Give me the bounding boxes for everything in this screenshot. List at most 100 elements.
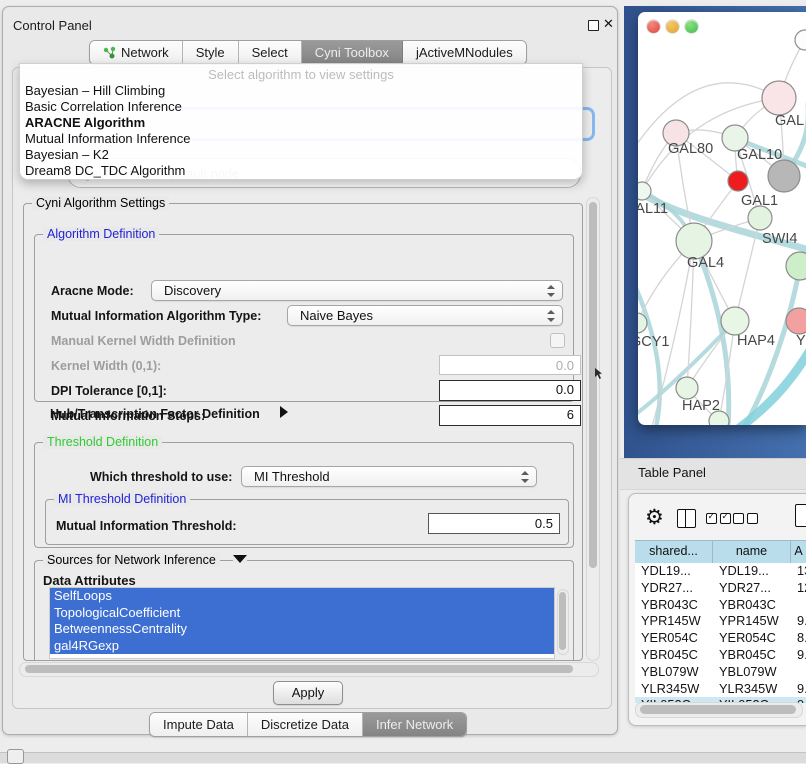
network-node[interactable]: [786, 308, 806, 334]
table-row[interactable]: YLR345WYLR345W9.: [635, 681, 806, 698]
attribute-item[interactable]: TopologicalCoefficient: [50, 605, 554, 622]
cyni-settings-title: Cyni Algorithm Settings: [32, 196, 169, 210]
attribute-item[interactable]: BetweennessCentrality: [50, 621, 554, 638]
node-label: SWI4: [762, 231, 797, 247]
table-row[interactable]: YBR045CYBR045C9.: [635, 647, 806, 664]
column-header[interactable]: name: [713, 541, 791, 563]
bottom-strip: [0, 752, 806, 763]
node-label: GAL80: [668, 141, 713, 157]
algorithm-option[interactable]: Bayesian – Hill Climbing: [20, 83, 582, 99]
mi-threshold-field[interactable]: 0.5: [428, 513, 560, 534]
network-node[interactable]: [676, 377, 698, 399]
collapse-arrow-icon[interactable]: [233, 555, 247, 563]
network-icon: [103, 46, 116, 59]
tab-jactivemnodules[interactable]: jActiveMNodules: [403, 41, 526, 64]
settings-vertical-scrollbar[interactable]: [586, 197, 600, 661]
kernel-width-label: Kernel Width (0,1):: [51, 359, 161, 373]
network-node[interactable]: [762, 81, 796, 115]
table-row[interactable]: YDL19...YDL19...13: [635, 563, 806, 580]
columns-icon[interactable]: [677, 509, 696, 528]
aracne-mode-combo[interactable]: Discovery: [151, 280, 563, 301]
table-row[interactable]: YDR27...YDR27...12: [635, 580, 806, 597]
table-cell: 9.: [791, 681, 806, 698]
attribute-item[interactable]: SelfLoops: [50, 588, 554, 605]
which-threshold-combo[interactable]: MI Threshold: [241, 466, 537, 487]
threshold-definition-group: Threshold Definition Which threshold to …: [34, 442, 574, 548]
table-cell: YBL079W: [713, 664, 791, 681]
stepper-icon: [547, 285, 555, 297]
table-row[interactable]: YPR145WYPR145W9.: [635, 613, 806, 630]
table-header-row[interactable]: shared...nameA: [635, 540, 806, 564]
network-node[interactable]: [638, 182, 651, 200]
select-all-icon[interactable]: [706, 513, 731, 524]
network-node[interactable]: [728, 171, 748, 191]
stepper-icon: [521, 471, 529, 483]
algorithm-dropdown-popup: Select algorithm to view settings Bayesi…: [19, 63, 583, 180]
close-window-icon[interactable]: ✕: [603, 16, 614, 32]
attribute-item[interactable]: gal4RGexp: [50, 638, 554, 655]
table-cell: YDL19...: [635, 563, 713, 580]
table-horizontal-scrollbar[interactable]: [635, 702, 803, 718]
network-node[interactable]: [676, 223, 712, 259]
mi-type-combo[interactable]: Naive Bayes: [287, 305, 563, 326]
table-row[interactable]: YBR043CYBR043C: [635, 597, 806, 614]
table-cell: 8.: [791, 630, 806, 647]
node-label: GAL4: [687, 255, 724, 271]
table-body: YDL19...YDL19...13YDR27...YDR27...12YBR0…: [635, 563, 806, 703]
table-cell: YLR345W: [713, 681, 791, 698]
clear-selection-icon[interactable]: [733, 513, 758, 524]
network-edge[interactable]: [734, 340, 806, 425]
algorithm-option[interactable]: Mutual Information Inference: [20, 131, 582, 147]
table-cell: YDR27...: [635, 580, 713, 597]
algorithm-option[interactable]: Dream8 DC_TDC Algorithm: [20, 163, 582, 179]
hub-section-label: Hub/Transcription Factor Definition: [50, 407, 260, 421]
gear-icon[interactable]: ⚙: [645, 505, 664, 530]
kernel-width-field[interactable]: 0.0: [439, 355, 581, 375]
attribute-list-scrollbar[interactable]: [557, 589, 569, 655]
export-table-icon[interactable]: [795, 504, 806, 527]
tab-impute-data[interactable]: Impute Data: [150, 713, 248, 736]
table-cell: YER054C: [635, 630, 713, 647]
expand-arrow-icon[interactable]: [280, 406, 288, 418]
data-attributes-label: Data Attributes: [43, 573, 136, 588]
node-label: GAL1: [741, 193, 778, 209]
table-cell: YER054C: [713, 630, 791, 647]
sources-group: Sources for Network Inference Data Attri…: [34, 560, 574, 660]
settings-horizontal-scrollbar[interactable]: [19, 662, 599, 677]
tab-infer-network[interactable]: Infer Network: [363, 713, 466, 736]
table-cell: YBR043C: [713, 597, 791, 614]
network-node[interactable]: [721, 307, 749, 335]
network-node[interactable]: [748, 206, 772, 230]
apply-button[interactable]: Apply: [273, 681, 343, 705]
manual-kernel-checkbox[interactable]: [550, 333, 565, 348]
table-cell: 13: [791, 563, 806, 580]
table-row[interactable]: YBL079WYBL079W: [635, 664, 806, 681]
algorithm-option[interactable]: ARACNE Algorithm: [20, 115, 582, 131]
network-graph[interactable]: GALGAL80GAL10GAL11GAL1SWI4GAL4GCY1HAP4YH…: [638, 12, 806, 425]
algorithm-dropdown-placeholder: Select algorithm to view settings: [20, 66, 582, 83]
float-window-icon[interactable]: [588, 20, 599, 31]
node-label: HAP2: [682, 398, 720, 414]
network-node[interactable]: [786, 252, 806, 280]
table-row[interactable]: YER054CYER054C8.: [635, 630, 806, 647]
tab-style[interactable]: Style: [183, 41, 239, 64]
algorithm-option[interactable]: Basic Correlation Inference: [20, 99, 582, 115]
control-panel-title: Control Panel: [13, 18, 92, 33]
tab-cyni-toolbox[interactable]: Cyni Toolbox: [302, 41, 403, 64]
column-header[interactable]: shared...: [635, 541, 713, 563]
network-node[interactable]: [795, 30, 806, 50]
dpi-tolerance-field[interactable]: 0.0: [439, 380, 581, 401]
control-panel-window: Control Panel ✕ NetworkStyleSelectCyni T…: [2, 6, 618, 735]
algorithm-option[interactable]: Bayesian – K2: [20, 147, 582, 163]
column-header[interactable]: A: [791, 541, 806, 563]
tab-network[interactable]: Network: [90, 41, 183, 64]
algorithm-definition-title: Algorithm Definition: [43, 227, 159, 241]
data-attributes-list[interactable]: SelfLoopsTopologicalCoefficientBetweenne…: [49, 587, 555, 659]
table-cell: YPR145W: [713, 613, 791, 630]
tab-select[interactable]: Select: [239, 41, 302, 64]
table-cell: YBR045C: [635, 647, 713, 664]
table-cell: YBR045C: [713, 647, 791, 664]
mi-steps-field[interactable]: 6: [439, 405, 581, 426]
tab-discretize-data[interactable]: Discretize Data: [248, 713, 363, 736]
network-node[interactable]: [768, 160, 800, 192]
